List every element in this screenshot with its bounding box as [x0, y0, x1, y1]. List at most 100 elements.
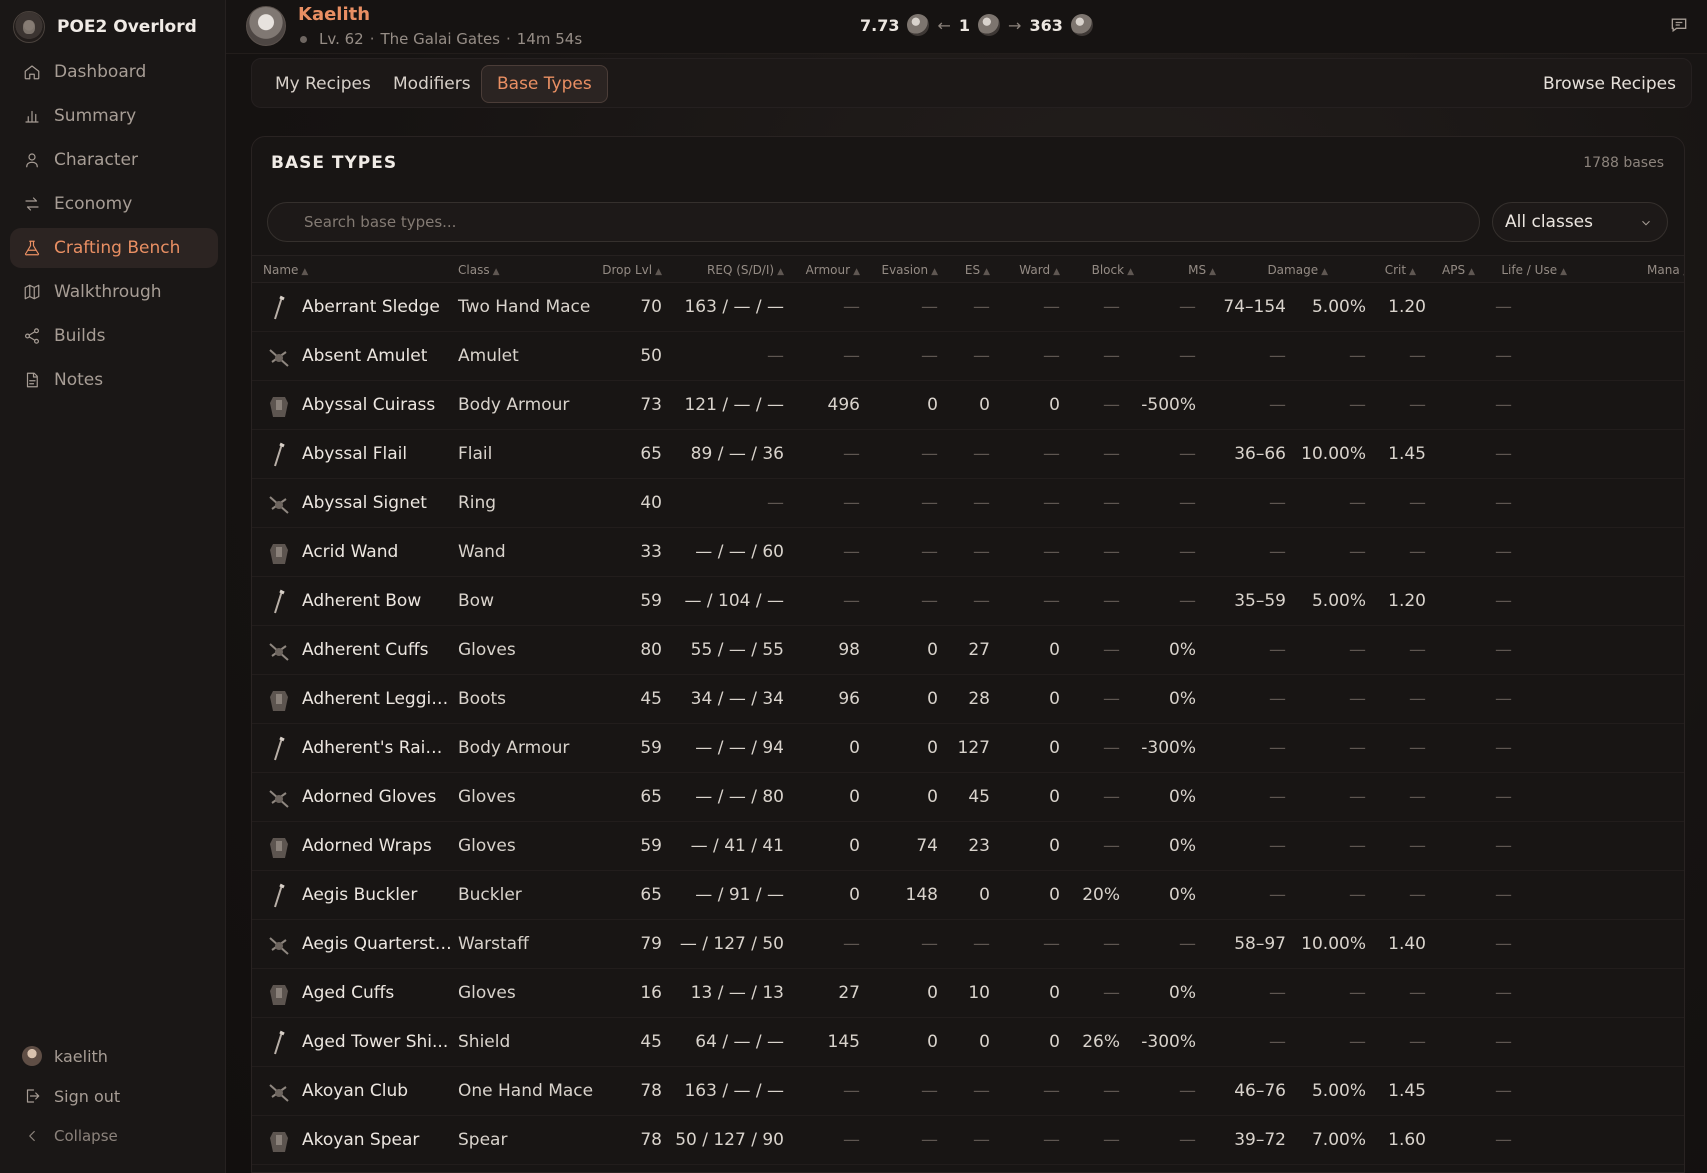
table-row[interactable]: Adherent Bow Bow 59 — / 104 / — — — — — — — 35–59 5… — [252, 577, 1684, 626]
cell-name[interactable]: Absent Amulet — [302, 346, 452, 366]
feedback-icon[interactable] — [1669, 15, 1691, 37]
home-icon — [22, 62, 42, 82]
cell-req: — / — / 60 — [695, 542, 784, 562]
column-header-es[interactable]: ES ▲ — [942, 263, 990, 277]
cell-name[interactable]: Aberrant Sledge — [302, 297, 452, 317]
cell-name[interactable]: Adorned Wraps — [302, 836, 452, 856]
cell-evasion: — — [921, 1081, 938, 1101]
cell-name[interactable]: Abyssal Flail — [302, 444, 452, 464]
tab-base-types[interactable]: Base Types — [481, 65, 608, 103]
table-row[interactable]: Aged Cuffs Gloves 16 13 / — / 13 27 0 10 0 — 0% — —… — [252, 969, 1684, 1018]
brand[interactable]: POE2 Overlord — [13, 9, 197, 45]
column-header-ms[interactable]: MS ▲ — [1142, 263, 1216, 277]
column-header-mana[interactable]: Mana / — [1647, 263, 1684, 277]
cell-drop-lvl: 45 — [640, 1032, 662, 1052]
table-row[interactable]: Abyssal Signet Ring 40 — — — — — — — — — — — — [252, 479, 1684, 528]
cell-name[interactable]: Akoyan Club — [302, 1081, 452, 1101]
cell-name[interactable]: Akoyan Spear — [302, 1130, 452, 1150]
table-row[interactable]: Acrid Wand Wand 33 — / — / 60 — — — — — — — — — — — [252, 528, 1684, 577]
sidebar-item-builds[interactable]: Builds — [10, 316, 218, 356]
table-row[interactable]: Akoyan Club One Hand Mace 78 163 / — / — — — —… — [252, 1067, 1684, 1116]
tab-my-recipes[interactable]: My Recipes — [260, 65, 386, 103]
table-row[interactable]: Adorned Gloves Gloves 65 — / — / 80 0 0 45 0 — 0%… — [252, 773, 1684, 822]
cell-crit: 10.00% — [1301, 444, 1366, 464]
table-row[interactable]: Adherent Leggin... Boots 45 34 / — / 34 96 0 2… — [252, 675, 1684, 724]
cell-name[interactable]: Adherent Cuffs — [302, 640, 452, 660]
cell-name[interactable]: Adorned Gloves — [302, 787, 452, 807]
sidebar-item-walkthrough[interactable]: Walkthrough — [10, 272, 218, 312]
sidebar-item-character[interactable]: Character — [10, 140, 218, 180]
character-avatar[interactable] — [246, 6, 286, 46]
column-header-armour[interactable]: Armour ▲ — [782, 263, 860, 277]
table-row[interactable]: Abyssal Flail Flail 65 89 / — / 36 — — — — — — 36–… — [252, 430, 1684, 479]
table-row[interactable]: Aegis Buckler Buckler 65 — / 91 / — 0 148 0 0 20… — [252, 871, 1684, 920]
class-filter-select[interactable]: All classes — [1492, 202, 1668, 242]
column-header-class[interactable]: Class ▲ — [458, 263, 500, 277]
cell-damage: — — [1269, 885, 1286, 905]
cell-name[interactable]: Acrid Wand — [302, 542, 452, 562]
table-row[interactable]: Abyssal Cuirass Body Armour 73 121 / — / — 4… — [252, 381, 1684, 430]
tab-modifiers[interactable]: Modifiers — [378, 65, 486, 103]
cell-crit: — — [1349, 885, 1366, 905]
cell-ms: — — [1179, 444, 1196, 464]
cell-ms: — — [1179, 346, 1196, 366]
cell-evasion: 0 — [927, 738, 938, 758]
table-row[interactable]: Aberrant Sledge Two Hand Mace 70 163 / — / … — [252, 283, 1684, 332]
sign-out-button[interactable]: Sign out — [10, 1076, 218, 1116]
chevron-down-icon — [1639, 215, 1653, 229]
column-header-aps[interactable]: APS ▲ — [1417, 263, 1475, 277]
cell-name[interactable]: Adherent's Raim... — [302, 738, 452, 758]
column-header-req[interactable]: REQ (S/D/I) ▲ — [672, 263, 784, 277]
column-header-drop-lvl[interactable]: Drop Lvl ▲ — [567, 263, 662, 277]
sidebar-item-crafting-bench[interactable]: Crafting Bench — [10, 228, 218, 268]
cell-name[interactable]: Aged Tower Shi... — [302, 1032, 452, 1052]
cell-life-use: — — [1495, 395, 1512, 415]
search-input[interactable] — [267, 202, 1480, 242]
user-profile[interactable]: kaelith — [10, 1036, 218, 1076]
username: kaelith — [54, 1046, 108, 1066]
cell-ward: — — [1043, 493, 1060, 513]
cell-name[interactable]: Adherent Bow — [302, 591, 452, 611]
cell-name[interactable]: Aegis Buckler — [302, 885, 452, 905]
cell-req: 163 / — / — — [684, 297, 784, 317]
column-header-block[interactable]: Block ▲ — [1062, 263, 1134, 277]
cell-name[interactable]: Adherent Leggin... — [302, 689, 452, 709]
table-row[interactable]: Absent Amulet Amulet 50 — — — — — — — — — — — — [252, 332, 1684, 381]
cell-ward: — — [1043, 346, 1060, 366]
cell-aps: — — [1409, 836, 1426, 856]
column-header-ward[interactable]: Ward ▲ — [992, 263, 1060, 277]
cell-name[interactable]: Abyssal Cuirass — [302, 395, 452, 415]
browse-recipes-link[interactable]: Browse Recipes — [1543, 59, 1676, 109]
cell-crit: — — [1349, 738, 1366, 758]
cell-block: — — [1103, 787, 1120, 807]
column-header-evasion[interactable]: Evasion ▲ — [862, 263, 939, 277]
cell-req: 34 / — / 34 — [690, 689, 784, 709]
cell-ms: 0% — [1169, 689, 1196, 709]
column-header-crit[interactable]: Crit ▲ — [1332, 263, 1416, 277]
collapse-button[interactable]: Collapse — [10, 1116, 218, 1156]
table-row[interactable]: Adherent's Raim... Body Armour 59 — / — / 9… — [252, 724, 1684, 773]
sidebar-item-notes[interactable]: Notes — [10, 360, 218, 400]
cell-life-use: — — [1495, 444, 1512, 464]
cell-name[interactable]: Aged Cuffs — [302, 983, 452, 1003]
table-row[interactable]: Akoyan Spear Spear 78 50 / 127 / 90 — — — — — — 39… — [252, 1116, 1684, 1165]
column-header-damage[interactable]: Damage ▲ — [1212, 263, 1328, 277]
table-row[interactable]: Aegis Quarterstaff Warstaff 79 — / 127 / 50… — [252, 920, 1684, 969]
sidebar-item-economy[interactable]: Economy — [10, 184, 218, 224]
character-meta: Lv. 62 · The Galai Gates · 14m 54s — [300, 30, 582, 48]
cell-req: 163 / — / — — [684, 1081, 784, 1101]
sidebar-item-dashboard[interactable]: Dashboard — [10, 52, 218, 92]
cell-life-use: — — [1495, 787, 1512, 807]
column-header-name[interactable]: Name ▲ — [263, 263, 308, 277]
column-header-life-use[interactable]: Life / Use ▲ — [1477, 263, 1567, 277]
table-row[interactable]: Aged Tower Shi... Shield 45 64 / — / — 145 0 0… — [252, 1018, 1684, 1067]
sidebar-item-summary[interactable]: Summary — [10, 96, 218, 136]
cell-armour: 0 — [849, 787, 860, 807]
cell-evasion: — — [921, 346, 938, 366]
cell-name[interactable]: Abyssal Signet — [302, 493, 452, 513]
cell-armour: 0 — [849, 885, 860, 905]
cell-name[interactable]: Aegis Quarterstaff — [302, 934, 452, 954]
table-row[interactable]: Adorned Wraps Gloves 59 — / 41 / 41 0 74 23 0 — 0… — [252, 822, 1684, 871]
table-row[interactable]: Adherent Cuffs Gloves 80 55 / — / 55 98 0 27 0 —… — [252, 626, 1684, 675]
exalted-orb-icon — [907, 14, 930, 36]
